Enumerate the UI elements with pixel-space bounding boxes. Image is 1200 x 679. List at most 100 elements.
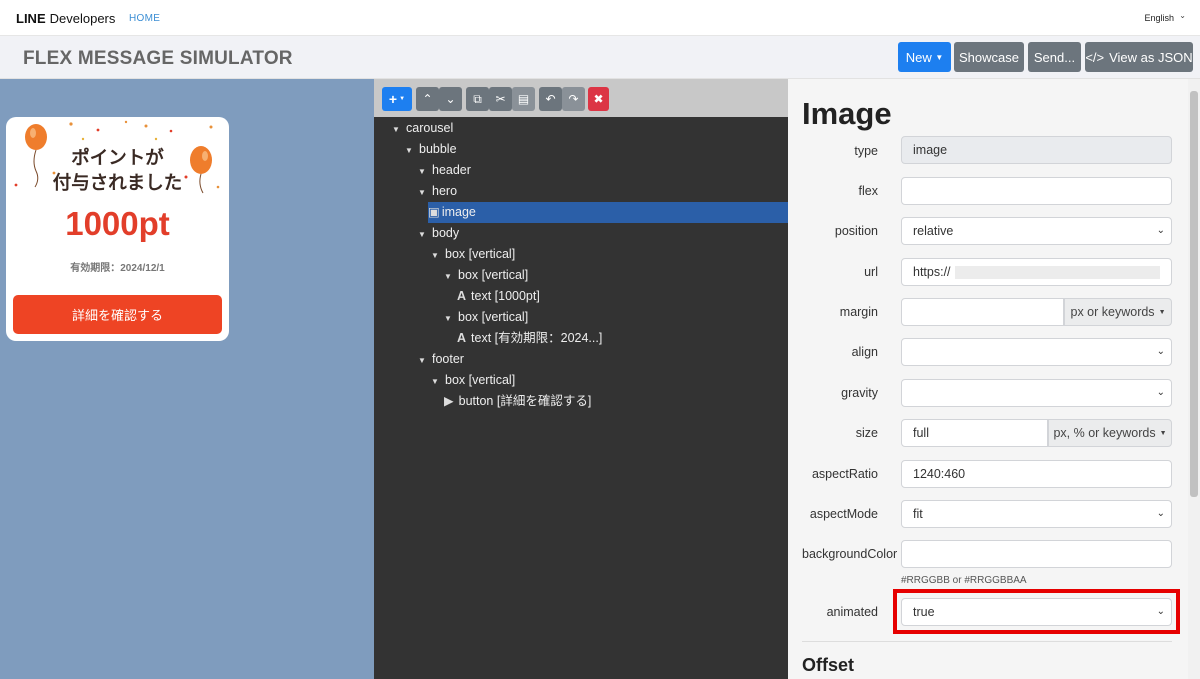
points-text: 1000pt [65,205,170,242]
divider [802,641,1172,642]
view-as-json-button[interactable]: </> View as JSON [1085,42,1193,72]
aspect-mode-select[interactable]: fit ⌄ [901,500,1172,528]
url-input[interactable]: https:// [901,258,1172,286]
scrollbar[interactable] [1188,79,1200,679]
url-redaction [954,265,1160,279]
caret-down-icon: ▼ [1159,429,1167,437]
close-icon: ✖ [593,92,604,106]
language-selector[interactable]: English [1144,13,1174,23]
position-label: position [834,224,878,238]
page-title: FLEX MESSAGE SIMULATOR [23,48,293,69]
flex-bubble-preview[interactable]: ポイントが 付与されました 1000pt 有効期限：2024/12/1 詳細を確… [6,117,229,341]
undo-button[interactable]: ↶ [539,87,562,111]
chevron-down-icon: ⌄ [445,92,456,106]
button-icon: ▶ [444,394,454,408]
tree-node-text[interactable]: Atext [1000pt] [457,286,540,307]
caret-down-icon[interactable]: ▼ [418,161,428,182]
properties-title: Image [802,96,892,131]
text-icon: A [457,289,467,303]
type-label: type [854,144,878,158]
align-label: align [851,345,878,359]
tree-node-button[interactable]: ▶ button [詳細を確認する] [444,391,591,412]
tree-node-box[interactable]: ▼ box [vertical] [444,307,528,328]
margin-input[interactable] [901,298,1064,326]
caret-down-icon[interactable]: ▼ [418,350,428,371]
scrollbar-thumb[interactable] [1190,91,1198,497]
redo-icon: ↷ [568,92,579,106]
properties-panel: Image type image flex position relative ⌄… [788,79,1200,679]
plus-icon: + [388,91,398,107]
animated-label: animated [826,605,878,619]
margin-label: margin [839,305,878,319]
background-color-input[interactable] [901,540,1172,568]
background-color-label: backgroundColor [802,547,898,561]
cut-button[interactable]: ✂ [489,87,512,111]
preview-panel: ポイントが 付与されました 1000pt 有効期限：2024/12/1 詳細を確… [0,79,374,679]
animated-select[interactable]: true ⌄ [901,598,1172,626]
tree-node-box[interactable]: ▼ box [vertical] [431,370,515,391]
margin-unit-dropdown[interactable]: px or keywords ▼ [1064,298,1172,326]
home-link[interactable]: HOME [129,13,160,24]
chevron-up-icon: ⌃ [422,92,433,106]
scissors-icon: ✂ [495,92,506,106]
caret-down-icon[interactable]: ▼ [431,245,441,266]
new-button[interactable]: New ▼ [898,42,951,72]
delete-button[interactable]: ✖ [588,87,609,111]
hero-line-2: 付与されました [52,172,183,193]
tree-node-bubble[interactable]: ▼ bubble [405,139,457,160]
caret-down-icon[interactable]: ▼ [431,371,441,392]
add-component-button[interactable]: + ▼ [382,87,412,111]
chevron-down-icon: ⌄ [1156,508,1165,519]
code-icon: </> [1085,49,1105,65]
component-tree-panel: + ▼ ⌃ ⌄ ⧉ ✂ ▤ ↶ ↷ ✖ ▼ carousel ▼ bubble ▼ he… [374,79,788,679]
gravity-select[interactable]: ⌄ [901,379,1172,407]
expiry-text: 有効期限：2024/12/1 [70,263,165,274]
tree-node-box[interactable]: ▼ box [vertical] [431,244,515,265]
move-up-button[interactable]: ⌃ [416,87,439,111]
tree-node-image[interactable]: ▣ image [428,202,788,223]
aspect-ratio-input[interactable]: 1240:460 [901,460,1172,488]
aspect-mode-label: aspectMode [809,507,878,521]
chevron-down-icon: ⌄ [1156,387,1165,398]
tree-node-hero[interactable]: ▼ hero [418,181,457,202]
caret-down-icon[interactable]: ▼ [392,119,402,140]
align-select[interactable]: ⌄ [901,338,1172,366]
chevron-down-icon[interactable]: ⌄ [1179,11,1186,20]
showcase-button[interactable]: Showcase [954,42,1024,72]
hero-line-1: ポイントが [71,147,164,168]
gravity-label: gravity [841,386,878,400]
caret-down-icon: ▼ [935,52,944,62]
tree-node-box[interactable]: ▼ box [vertical] [444,265,528,286]
tree-node-carousel[interactable]: ▼ carousel [392,118,453,139]
brand-logo[interactable]: LINE Developers [16,11,115,26]
size-input[interactable]: full [901,419,1048,447]
simulator-header: FLEX MESSAGE SIMULATOR New ▼ Showcase Se… [0,36,1200,79]
copy-icon: ⧉ [473,91,482,106]
caret-down-icon[interactable]: ▼ [444,308,454,329]
undo-icon: ↶ [545,92,556,106]
tree-node-text[interactable]: Atext [有効期限：2024...] [457,328,602,349]
type-field: image [901,136,1172,164]
chevron-down-icon: ⌄ [1156,225,1165,236]
caret-down-icon[interactable]: ▼ [418,224,428,245]
size-unit-dropdown[interactable]: px, % or keywords ▼ [1048,419,1172,447]
offset-section-title: Offset [802,655,855,675]
details-button[interactable]: 詳細を確認する [13,295,222,334]
caret-down-icon[interactable]: ▼ [405,140,415,161]
send-button[interactable]: Send... [1028,42,1081,72]
tree-node-footer[interactable]: ▼ footer [418,349,464,370]
flex-label: flex [858,184,878,198]
chevron-down-icon: ⌄ [1156,606,1165,617]
move-down-button[interactable]: ⌄ [439,87,462,111]
top-navbar: LINE Developers HOME English ⌄ [0,0,1200,36]
tree-node-header[interactable]: ▼ header [418,160,471,181]
position-select[interactable]: relative ⌄ [901,217,1172,245]
flex-input[interactable] [901,177,1172,205]
caret-down-icon[interactable]: ▼ [418,182,428,203]
caret-down-icon[interactable]: ▼ [444,266,454,287]
paste-button[interactable]: ▤ [512,87,535,111]
redo-button[interactable]: ↷ [562,87,585,111]
copy-button[interactable]: ⧉ [466,87,489,111]
tree-node-body[interactable]: ▼ body [418,223,459,244]
image-icon: ▣ [428,205,440,219]
